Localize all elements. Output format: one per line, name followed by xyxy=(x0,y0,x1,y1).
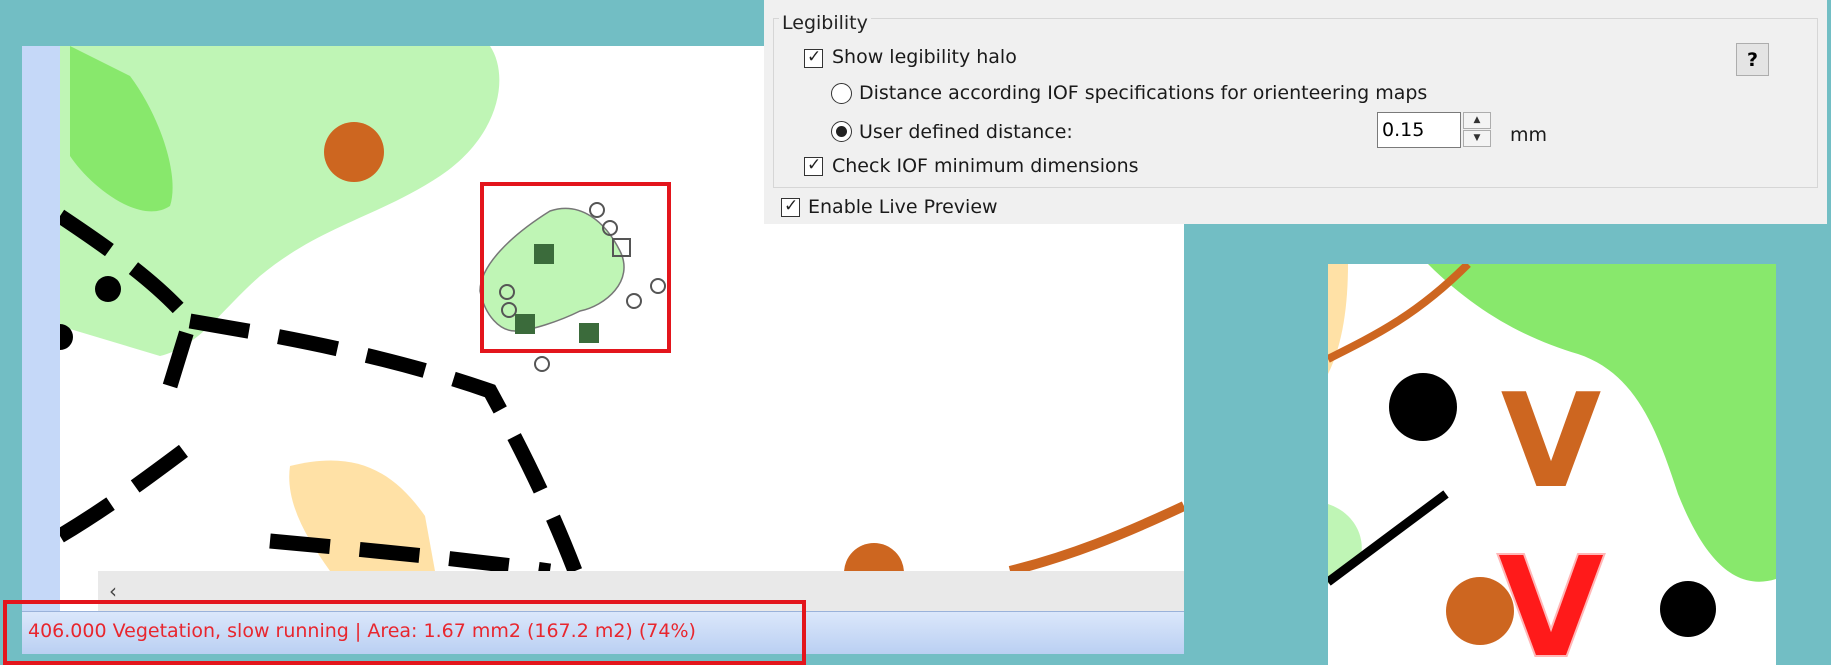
user-distance-label: User defined distance: xyxy=(859,121,1073,143)
settings-panel: Legibility Show legibility halo Distance… xyxy=(764,0,1827,224)
live-preview-panel: V V xyxy=(1328,264,1776,665)
check-min-dimensions-label: Check IOF minimum dimensions xyxy=(832,155,1139,177)
brown-dot xyxy=(844,543,904,571)
edit-handle xyxy=(650,278,666,294)
black-dot xyxy=(1389,373,1457,441)
user-distance-radio[interactable] xyxy=(831,121,852,142)
help-button[interactable]: ? xyxy=(1736,43,1769,76)
edit-handle-filled xyxy=(579,323,599,343)
show-halo-checkbox[interactable] xyxy=(804,47,823,68)
brown-symbol-letter: V xyxy=(1501,365,1602,517)
black-dot xyxy=(1660,581,1716,637)
live-preview-label: Enable Live Preview xyxy=(808,196,998,218)
legibility-group-title: Legibility xyxy=(779,12,871,34)
edit-handle-filled xyxy=(515,314,535,334)
spin-down-button[interactable]: ▼ xyxy=(1463,130,1491,147)
spin-up-button[interactable]: ▲ xyxy=(1463,112,1491,129)
edit-handle xyxy=(626,293,642,309)
black-dot xyxy=(95,276,121,302)
live-preview-checkbox[interactable] xyxy=(781,196,800,217)
distance-input[interactable]: 0.15 xyxy=(1377,112,1461,148)
left-panel-strip xyxy=(22,46,60,654)
red-symbol-letter: V xyxy=(1497,527,1605,665)
status-highlight-frame xyxy=(3,600,806,665)
brown-line xyxy=(1008,501,1184,571)
distance-unit-label: mm xyxy=(1510,124,1548,146)
iof-distance-radio[interactable] xyxy=(831,83,852,104)
preview-canvas: V V xyxy=(1328,264,1776,665)
check-min-dimensions-checkbox[interactable] xyxy=(804,155,823,176)
brown-dot xyxy=(324,122,384,182)
iof-distance-label: Distance according IOF specifications fo… xyxy=(859,82,1428,104)
edit-handle-filled xyxy=(534,244,554,264)
question-icon: ? xyxy=(1746,49,1759,71)
show-halo-label: Show legibility halo xyxy=(832,46,1017,68)
edit-handle xyxy=(534,356,550,372)
selected-area[interactable] xyxy=(479,202,666,372)
edit-handle xyxy=(589,202,605,218)
